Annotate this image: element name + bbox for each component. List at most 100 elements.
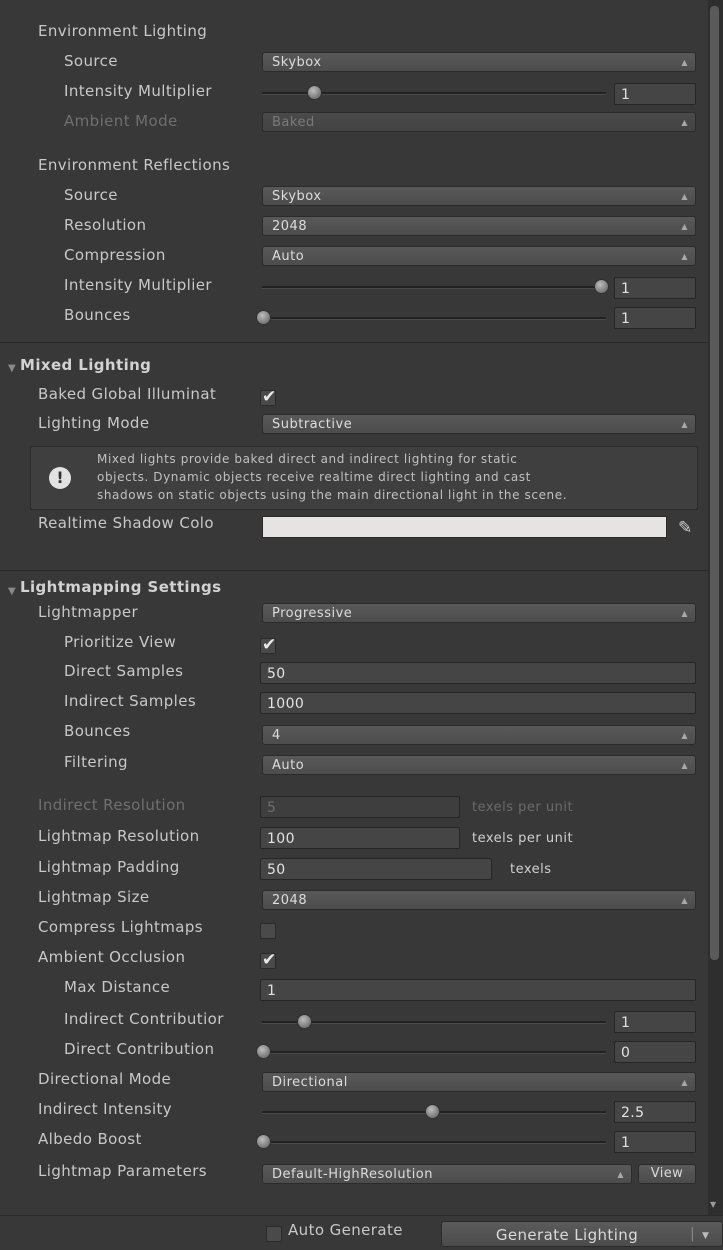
dropdown-arrow-icon: ▲ xyxy=(681,222,688,231)
generate-options-arrow-icon[interactable]: ▼ xyxy=(702,1231,709,1241)
lightmap-resolution-field[interactable]: 100 xyxy=(260,827,460,849)
view-parameters-button[interactable]: View xyxy=(638,1164,696,1184)
refl-bounces-label: Bounces xyxy=(64,306,131,324)
indirect-resolution-unit: texels per unit xyxy=(472,800,574,815)
lightmap-size-label: Lightmap Size xyxy=(38,888,150,906)
lightmap-parameters-label: Lightmap Parameters xyxy=(38,1162,207,1180)
ambient-occlusion-checkbox[interactable] xyxy=(260,950,276,970)
refl-intensity-label: Intensity Multiplier xyxy=(64,276,212,294)
info-line-3: shadows on static objects using the main… xyxy=(97,488,568,502)
refl-intensity-slider-track[interactable] xyxy=(262,286,606,289)
ambient-mode-value: Baked xyxy=(272,115,315,130)
refl-source-dropdown[interactable]: Skybox ▲ xyxy=(262,186,696,206)
lm-bounces-value: 4 xyxy=(272,728,281,743)
direct-contribution-slider-knob[interactable] xyxy=(256,1044,271,1059)
refl-bounces-slider-track[interactable] xyxy=(262,317,606,320)
directional-mode-value: Directional xyxy=(272,1075,348,1090)
lighting-inspector-panel: Environment Lighting Source Skybox ▲ Int… xyxy=(0,0,723,1250)
indirect-samples-field[interactable]: 1000 xyxy=(260,692,696,714)
baked-gi-label: Baked Global Illuminat xyxy=(38,385,217,403)
dropdown-arrow-icon: ▲ xyxy=(681,761,688,770)
refl-resolution-dropdown[interactable]: 2048 ▲ xyxy=(262,216,696,236)
env-intensity-label: Intensity Multiplier xyxy=(64,82,212,100)
lightmap-parameters-dropdown[interactable]: Default-HighResolution ▲ xyxy=(262,1164,632,1184)
lightmap-resolution-unit: texels per unit xyxy=(472,831,574,846)
dropdown-arrow-icon: ▲ xyxy=(681,896,688,905)
eyedropper-icon[interactable]: ✎ xyxy=(678,518,692,538)
indirect-intensity-label: Indirect Intensity xyxy=(38,1100,173,1118)
lightmap-size-value: 2048 xyxy=(272,893,308,908)
shadow-color-field[interactable] xyxy=(262,516,667,538)
prioritize-view-label: Prioritize View xyxy=(64,633,177,651)
prioritize-view-checkbox[interactable] xyxy=(260,635,276,655)
dropdown-arrow-icon: ▲ xyxy=(681,118,688,127)
refl-source-label: Source xyxy=(64,186,118,204)
albedo-boost-field[interactable]: 1 xyxy=(614,1131,696,1153)
environment-lighting-header: Environment Lighting xyxy=(38,22,208,40)
scrollbar-thumb[interactable] xyxy=(710,6,719,960)
compress-lightmaps-checkbox[interactable] xyxy=(260,923,276,939)
env-intensity-field[interactable]: 1 xyxy=(614,83,696,105)
env-source-dropdown[interactable]: Skybox ▲ xyxy=(262,52,696,72)
refl-bounces-slider-knob[interactable] xyxy=(256,310,271,325)
info-line-2: objects. Dynamic objects receive realtim… xyxy=(97,470,531,484)
indirect-contribution-field[interactable]: 1 xyxy=(614,1011,696,1033)
environment-reflections-header: Environment Reflections xyxy=(38,156,231,174)
lightmapper-dropdown[interactable]: Progressive ▲ xyxy=(262,603,696,623)
max-distance-label: Max Distance xyxy=(64,978,171,996)
filtering-value: Auto xyxy=(272,758,305,773)
dropdown-arrow-icon: ▲ xyxy=(681,252,688,261)
lightmap-padding-field[interactable]: 50 xyxy=(260,858,492,880)
refl-intensity-field[interactable]: 1 xyxy=(614,277,696,299)
ambient-mode-dropdown: Baked ▲ xyxy=(262,112,696,132)
max-distance-field[interactable]: 1 xyxy=(260,979,696,1001)
lighting-mode-value: Subtractive xyxy=(272,417,353,432)
lm-bounces-dropdown[interactable]: 4 ▲ xyxy=(262,725,696,745)
dropdown-arrow-icon: ▲ xyxy=(681,1078,688,1087)
direct-contribution-label: Direct Contribution xyxy=(64,1040,215,1058)
lightmap-parameters-value: Default-HighResolution xyxy=(272,1167,433,1182)
lightmap-size-dropdown[interactable]: 2048 ▲ xyxy=(262,890,696,910)
indirect-resolution-field: 5 xyxy=(260,796,460,818)
info-line-1: Mixed lights provide baked direct and in… xyxy=(97,452,518,466)
lighting-mode-dropdown[interactable]: Subtractive ▲ xyxy=(262,414,696,434)
indirect-intensity-field[interactable]: 2.5 xyxy=(614,1101,696,1123)
albedo-boost-label: Albedo Boost xyxy=(38,1130,142,1148)
directional-mode-dropdown[interactable]: Directional ▲ xyxy=(262,1072,696,1092)
lightmap-padding-label: Lightmap Padding xyxy=(38,858,180,876)
ambient-mode-label: Ambient Mode xyxy=(64,112,178,130)
info-text: Mixed lights provide baked direct and in… xyxy=(97,450,697,504)
shadow-color-label: Realtime Shadow Colo xyxy=(38,514,214,532)
filtering-label: Filtering xyxy=(64,753,128,771)
indirect-intensity-slider-knob[interactable] xyxy=(425,1104,440,1119)
refl-bounces-field[interactable]: 1 xyxy=(614,307,696,329)
direct-contribution-slider-track[interactable] xyxy=(262,1051,606,1054)
albedo-boost-slider-track[interactable] xyxy=(262,1141,606,1144)
auto-generate-label: Auto Generate xyxy=(288,1221,403,1239)
foldout-triangle-icon[interactable]: ▼ xyxy=(8,586,16,597)
refl-compression-dropdown[interactable]: Auto ▲ xyxy=(262,246,696,266)
auto-generate-checkbox[interactable] xyxy=(266,1226,282,1242)
scroll-down-arrow-icon[interactable]: ▼ xyxy=(710,1200,716,1209)
direct-contribution-field[interactable]: 0 xyxy=(614,1041,696,1063)
refl-resolution-value: 2048 xyxy=(272,219,308,234)
albedo-boost-slider-knob[interactable] xyxy=(256,1134,271,1149)
env-intensity-slider-knob[interactable] xyxy=(306,85,322,100)
button-separator: | xyxy=(690,1226,695,1242)
indirect-contribution-slider-knob[interactable] xyxy=(296,1014,312,1029)
lightmapping-settings-header[interactable]: Lightmapping Settings xyxy=(20,578,222,596)
section-divider xyxy=(0,342,708,343)
foldout-triangle-icon[interactable]: ▼ xyxy=(8,363,16,374)
baked-gi-checkbox[interactable] xyxy=(260,387,276,407)
indirect-contribution-slider-track[interactable] xyxy=(262,1021,606,1024)
lightmap-padding-unit: texels xyxy=(510,862,552,877)
refl-intensity-slider-knob[interactable] xyxy=(594,279,609,294)
dropdown-arrow-icon: ▲ xyxy=(681,420,688,429)
filtering-dropdown[interactable]: Auto ▲ xyxy=(262,755,696,775)
indirect-contribution-label: Indirect Contributior xyxy=(64,1010,224,1028)
mixed-lighting-header[interactable]: Mixed Lighting xyxy=(20,356,151,374)
direct-samples-field[interactable]: 50 xyxy=(260,662,696,684)
generate-lighting-button[interactable]: Generate Lighting xyxy=(441,1221,723,1247)
indirect-resolution-label: Indirect Resolution xyxy=(38,796,186,814)
env-source-value: Skybox xyxy=(272,55,322,70)
